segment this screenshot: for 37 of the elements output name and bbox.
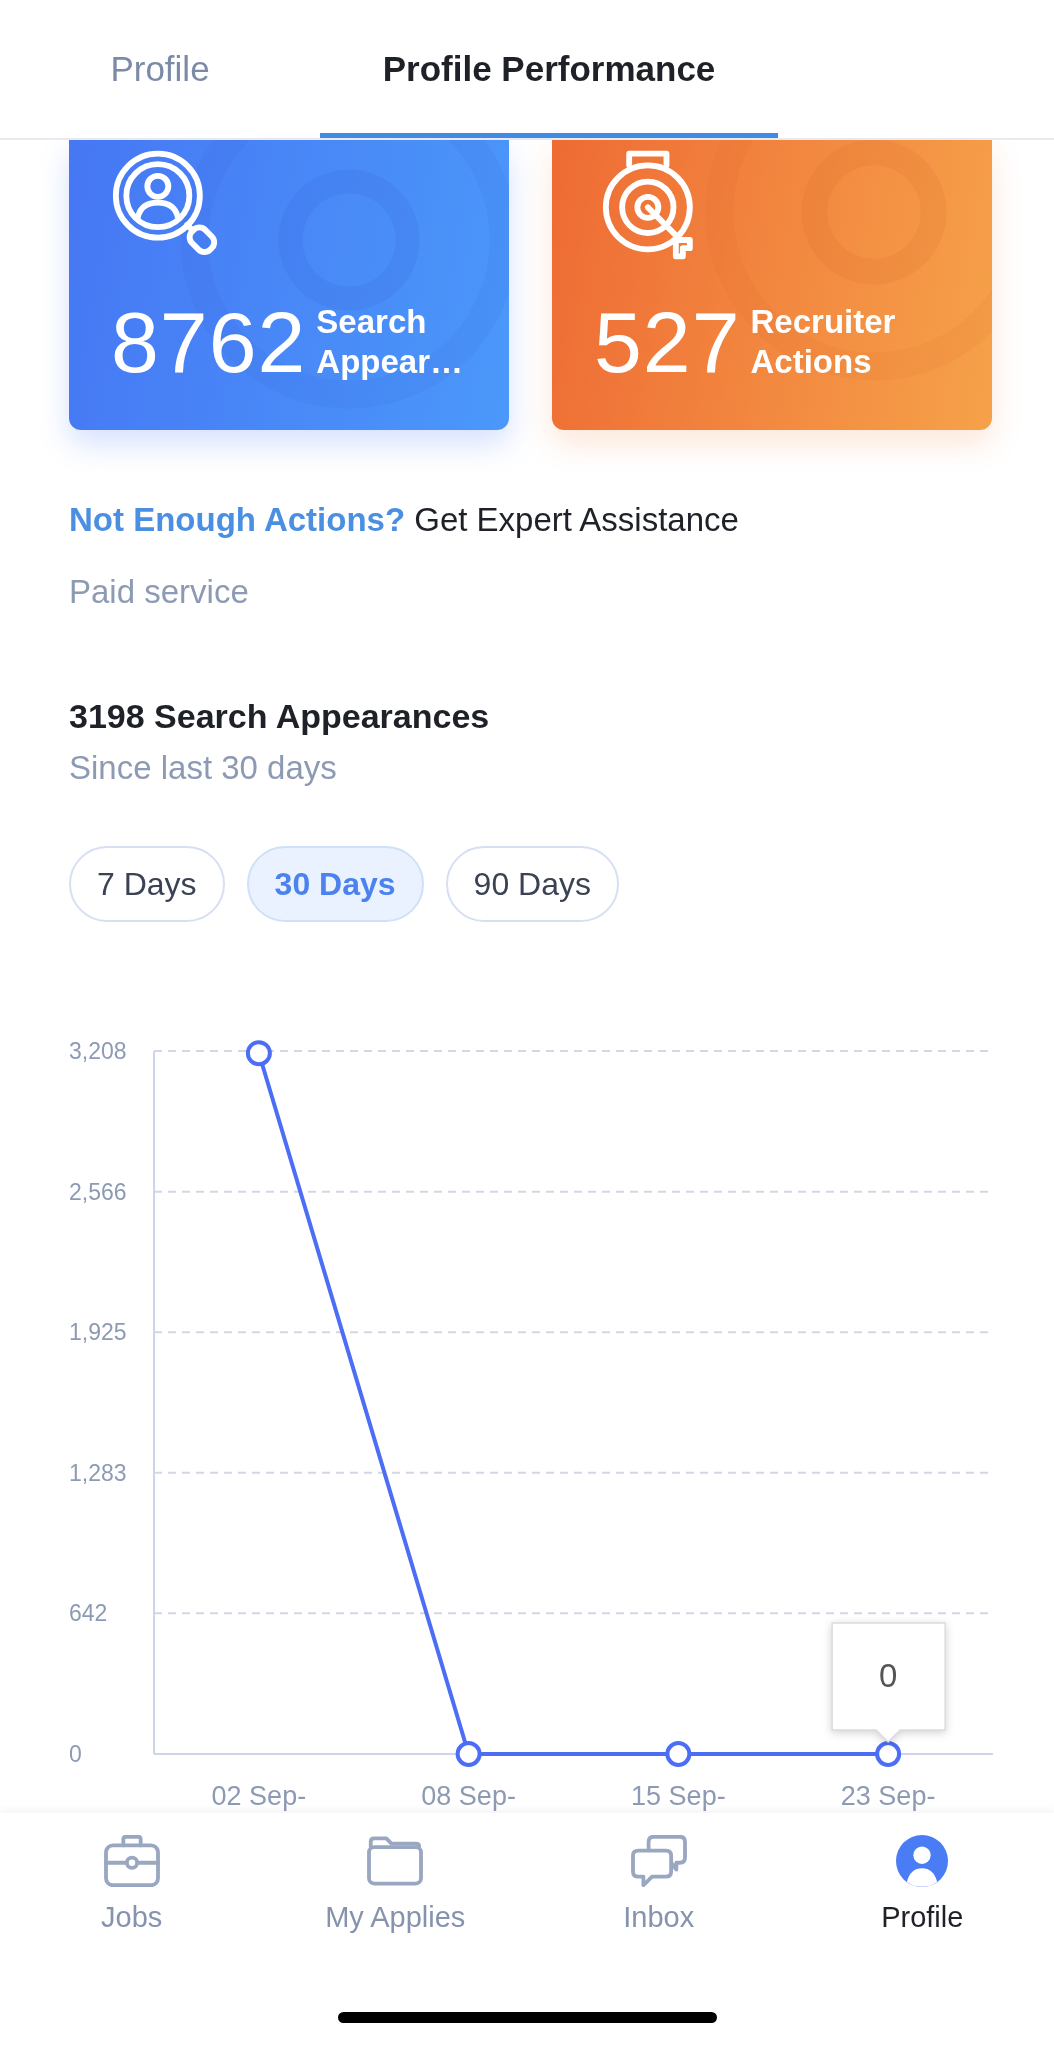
nav-tab[interactable]: My Applies <box>325 1835 466 1934</box>
data-point[interactable] <box>875 1741 902 1767</box>
nav-tab[interactable]: Inbox <box>623 1835 695 1934</box>
data-point[interactable] <box>245 1040 272 1067</box>
y-tick-label: 1,283 <box>69 1459 127 1486</box>
tab[interactable]: Profile Performance <box>320 0 778 138</box>
section-subtitle: Since last 30 days <box>69 748 337 788</box>
actions-link[interactable]: Not Enough Actions? <box>69 501 406 538</box>
section-title: 3198 Search Appearances <box>69 696 490 736</box>
range-chip[interactable]: 90 Days <box>445 846 619 922</box>
tooltip-value: 0 <box>878 1657 898 1694</box>
nav-tab[interactable]: Profile <box>881 1835 964 1934</box>
stat-value: 527 <box>594 299 741 385</box>
nav-tab[interactable]: Jobs <box>101 1835 163 1934</box>
folder-icon <box>367 1835 424 1887</box>
range-chip[interactable]: 7 Days <box>69 846 225 922</box>
promo-text: Not Enough Actions? Get Expert Assistance <box>69 500 739 540</box>
data-point[interactable] <box>665 1741 692 1767</box>
x-tick-label: 08 Sep- <box>421 1781 516 1811</box>
y-tick-label: 642 <box>69 1600 108 1627</box>
chat-icon <box>630 1835 687 1887</box>
tab[interactable]: Profile <box>0 0 320 138</box>
range-chip[interactable]: 30 Days <box>246 846 424 922</box>
y-tick-label: 3,208 <box>69 1038 127 1064</box>
data-point[interactable] <box>455 1741 482 1767</box>
paid-service-note: Paid service <box>69 572 249 612</box>
stat-label: Recruiter Actions <box>750 302 896 382</box>
briefcase-icon <box>103 1835 160 1887</box>
stat-label: Search Appear… <box>316 302 464 382</box>
x-tick-label: 02 Sep- <box>211 1781 307 1811</box>
y-tick-label: 0 <box>69 1741 82 1767</box>
y-tick-label: 1,925 <box>69 1319 127 1346</box>
x-tick-label: 15 Sep- <box>631 1781 726 1811</box>
avatar-icon <box>894 1835 951 1887</box>
x-tick-label: 23 Sep- <box>840 1781 936 1811</box>
y-tick-label: 2,566 <box>69 1178 127 1205</box>
stat-value: 8762 <box>111 299 307 385</box>
